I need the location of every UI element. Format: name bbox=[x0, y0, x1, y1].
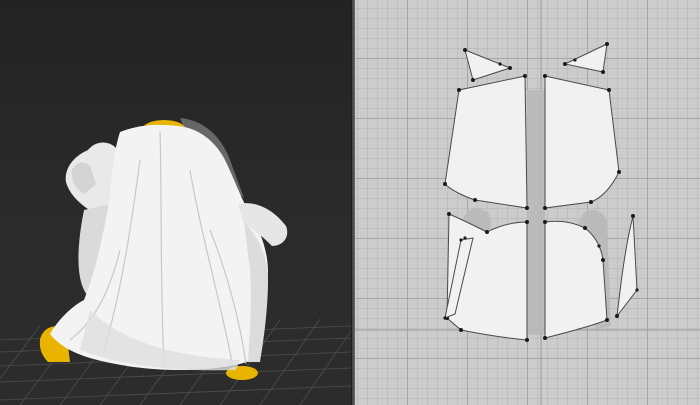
pattern-piece-collar-left[interactable] bbox=[463, 48, 512, 82]
draped-garment[interactable] bbox=[50, 118, 288, 371]
3d-viewport[interactable] bbox=[0, 0, 351, 405]
garment-simulation-app bbox=[0, 0, 700, 405]
3d-scene bbox=[0, 118, 351, 405]
pattern-canvas bbox=[355, 0, 700, 405]
pattern-piece-bodice-right[interactable] bbox=[543, 74, 621, 210]
2d-pattern-viewport[interactable] bbox=[355, 0, 700, 405]
pattern-piece-collar-right[interactable] bbox=[563, 42, 609, 74]
pattern-piece-side-right[interactable] bbox=[615, 214, 639, 318]
pattern-piece-bodice-left[interactable] bbox=[443, 74, 529, 210]
